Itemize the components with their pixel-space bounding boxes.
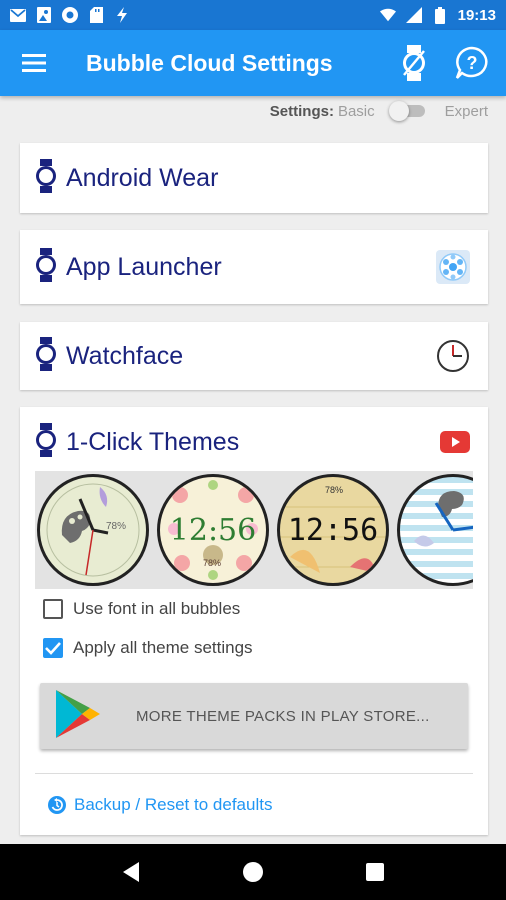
battery-icon (432, 6, 448, 24)
wifi-icon (379, 7, 396, 23)
status-time: 19:13 (457, 6, 496, 24)
sync-icon (62, 7, 78, 23)
watch-icon (34, 422, 58, 462)
photo-icon (36, 7, 52, 23)
theme-thumbnail-floral[interactable]: 12:56 78% (157, 474, 269, 586)
backup-reset-label: Backup / Reset to defaults (74, 795, 273, 814)
android-wear-card[interactable]: Android Wear (20, 143, 488, 213)
play-store-label: MORE THEME PACKS IN PLAY STORE... (136, 707, 430, 725)
battery-label: 78% (325, 485, 344, 495)
launcher-bubbles-icon (436, 250, 470, 284)
android-wear-title: Android Wear (66, 163, 219, 192)
use-font-option[interactable]: Use font in all bubbles (43, 599, 240, 619)
watch-toggle-icon[interactable] (392, 41, 436, 85)
theme-thumbnail-stripes[interactable] (397, 474, 473, 586)
play-store-button[interactable]: MORE THEME PACKS IN PLAY STORE... (40, 683, 468, 749)
battery-label: 78% (106, 521, 127, 532)
help-icon[interactable]: ? (450, 41, 494, 85)
navigation-bar (0, 844, 506, 900)
backup-reset-link[interactable]: Backup / Reset to defaults (48, 795, 272, 815)
theme-handwritten-time: 12:56 (287, 513, 379, 548)
flash-icon (114, 7, 130, 23)
divider (35, 773, 473, 774)
settings-mode-row: Settings: Basic Expert (270, 98, 488, 124)
expert-mode-toggle[interactable] (388, 101, 427, 121)
theme-thumbnail-handwritten[interactable]: 78% 12:56 (277, 474, 389, 586)
app-launcher-title: App Launcher (66, 252, 222, 281)
mode-expert-label: Expert (444, 102, 488, 120)
themes-title: 1-Click Themes (66, 427, 240, 456)
apply-theme-label: Apply all theme settings (73, 638, 253, 657)
page-title: Bubble Cloud Settings (86, 49, 333, 76)
watchface-card[interactable]: Watchface (20, 322, 488, 390)
watch-icon (34, 247, 58, 287)
status-bar: 19:13 (0, 0, 506, 30)
watch-icon (34, 336, 58, 376)
svg-text:?: ? (467, 53, 478, 73)
restore-icon (48, 796, 66, 814)
sd-card-icon (88, 7, 104, 23)
settings-mode-label: Settings: (269, 102, 334, 120)
apply-theme-checkbox[interactable] (43, 638, 63, 658)
use-font-checkbox[interactable] (43, 599, 63, 619)
clock-icon (436, 339, 470, 373)
theme-thumbnails-strip[interactable]: 78% 12:56 78% 78% 12:56 (35, 471, 473, 589)
back-icon[interactable] (111, 852, 151, 892)
recents-icon[interactable] (355, 852, 395, 892)
watchface-title: Watchface (66, 341, 184, 370)
theme-floral-time: 12:56 (169, 513, 257, 548)
mail-icon (10, 7, 26, 23)
home-icon[interactable] (233, 852, 273, 892)
play-store-icon (54, 688, 102, 745)
mode-basic-label: Basic (337, 102, 375, 120)
apply-theme-option[interactable]: Apply all theme settings (43, 638, 253, 658)
use-font-label: Use font in all bubbles (73, 599, 241, 618)
theme-thumbnail-palette[interactable]: 78% (37, 474, 149, 586)
signal-icon (405, 7, 422, 23)
battery-label: 78% (203, 558, 222, 568)
app-bar: Bubble Cloud Settings ? (0, 30, 506, 96)
app-launcher-card[interactable]: App Launcher (20, 230, 488, 304)
themes-card: 1-Click Themes 78% 12:56 78% 78% 12:56 U… (20, 407, 488, 835)
youtube-icon[interactable] (440, 431, 470, 453)
hamburger-menu-icon[interactable] (0, 30, 68, 96)
watch-icon (34, 158, 58, 198)
